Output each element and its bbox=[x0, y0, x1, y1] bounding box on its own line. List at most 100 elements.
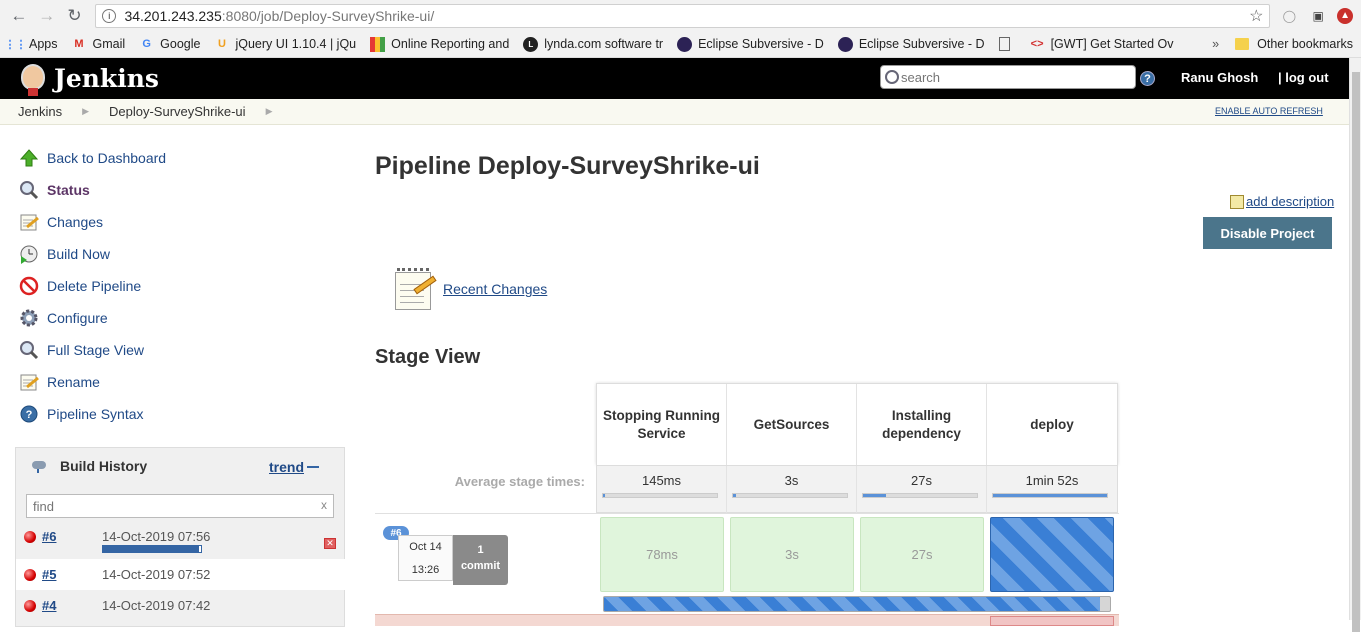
task-label: Configure bbox=[47, 310, 108, 326]
user-name-link[interactable]: Ranu Ghosh bbox=[1181, 70, 1258, 85]
apps-grid-icon: ⋮⋮ bbox=[4, 38, 27, 51]
bookmark-google[interactable]: G Google bbox=[139, 37, 200, 52]
bookmark-eclipse-2[interactable]: Eclipse Subversive - D bbox=[837, 36, 985, 52]
breadcrumb-jenkins[interactable]: Jenkins bbox=[18, 104, 62, 119]
bookmark-gwt[interactable]: <> [GWT] Get Started Ov bbox=[1030, 37, 1174, 52]
stage-header: deploy bbox=[1030, 417, 1074, 432]
reload-icon[interactable]: ↻ bbox=[64, 5, 86, 27]
build-row[interactable]: #5 14-Oct-2019 07:52 bbox=[16, 559, 346, 590]
eclipse-icon bbox=[677, 36, 693, 52]
stage-header: Stopping Running Service bbox=[597, 384, 727, 466]
stage-cell-success[interactable]: 27s bbox=[860, 517, 984, 592]
build-date-link[interactable]: 14-Oct-2019 07:42 bbox=[102, 598, 210, 613]
stage-cell-running[interactable] bbox=[990, 517, 1114, 592]
bookmark-label: Apps bbox=[29, 37, 58, 51]
breadcrumb-separator-icon[interactable]: ▶ bbox=[266, 106, 273, 117]
bookmark-label: lynda.com software tr bbox=[544, 37, 664, 51]
task-label: Changes bbox=[47, 214, 104, 230]
add-description-label: add description bbox=[1246, 194, 1335, 209]
add-description-link[interactable]: add description bbox=[1230, 194, 1334, 209]
cancel-build-icon[interactable]: ✕ bbox=[324, 538, 336, 549]
task-changes[interactable]: Changes bbox=[18, 206, 348, 238]
task-delete-pipeline[interactable]: Delete Pipeline bbox=[18, 270, 348, 302]
build-number-link[interactable]: #5 bbox=[42, 567, 56, 582]
run-date: Oct 14 bbox=[409, 541, 442, 553]
enable-auto-refresh-link[interactable]: ENABLE AUTO REFRESH bbox=[1215, 106, 1323, 116]
trend-link[interactable]: trend bbox=[269, 459, 304, 475]
back-arrow-icon[interactable]: ← bbox=[8, 5, 30, 27]
edit-pencil-icon bbox=[1230, 194, 1244, 209]
google-icon: G bbox=[142, 38, 151, 50]
extension-screen-icon[interactable]: ▣ bbox=[1308, 6, 1328, 26]
help-icon[interactable]: ? bbox=[1140, 71, 1155, 86]
bookmark-reporting[interactable]: Online Reporting and bbox=[370, 36, 510, 52]
bookmarks-bar: ⋮⋮ Apps M Gmail G Google UjQuery UI 1.10.4 … bbox=[0, 31, 1361, 58]
document-icon bbox=[998, 37, 1010, 51]
forward-arrow-icon[interactable]: → bbox=[36, 5, 58, 27]
bookmark-apps[interactable]: ⋮⋮ Apps bbox=[4, 37, 58, 52]
logout-link[interactable]: | log out bbox=[1278, 70, 1329, 85]
bookmark-document[interactable] bbox=[998, 37, 1016, 51]
stage-cell-failed[interactable] bbox=[990, 616, 1114, 626]
extension-glasses-icon[interactable]: ◯ bbox=[1279, 6, 1299, 26]
search-field[interactable] bbox=[880, 65, 1136, 89]
recent-changes-link[interactable]: Recent Changes bbox=[443, 281, 547, 297]
task-full-stage-view[interactable]: Full Stage View bbox=[18, 334, 348, 366]
build-date-link[interactable]: 14-Oct-2019 07:52 bbox=[102, 567, 210, 582]
extension-update-icon[interactable]: ▲ bbox=[1337, 7, 1353, 24]
average-time-bar bbox=[992, 493, 1108, 498]
breadcrumb-job[interactable]: Deploy-SurveyShrike-ui bbox=[109, 104, 246, 119]
bookmark-lynda[interactable]: Llynda.com software tr bbox=[523, 36, 664, 52]
bookmark-star-icon[interactable]: ☆ bbox=[1249, 6, 1263, 26]
bookmark-jquery[interactable]: UjQuery UI 1.10.4 | jQu bbox=[214, 37, 356, 52]
stage-cell-success[interactable]: 78ms bbox=[600, 517, 724, 592]
average-time-cell: 3s bbox=[727, 466, 857, 514]
clear-filter-icon[interactable]: x bbox=[321, 498, 327, 512]
build-history-panel: Build History trend x #6 14-Oct-2019 07:… bbox=[15, 447, 346, 627]
task-label: Status bbox=[47, 182, 90, 198]
build-date-link[interactable]: 14-Oct-2019 07:56 bbox=[102, 529, 210, 544]
task-pipeline-syntax[interactable]: ? Pipeline Syntax bbox=[18, 398, 348, 430]
bookmark-eclipse-1[interactable]: Eclipse Subversive - D bbox=[677, 36, 824, 52]
build-filter-field[interactable]: x bbox=[26, 494, 334, 518]
task-rename[interactable]: Rename bbox=[18, 366, 348, 398]
stage-header: GetSources bbox=[727, 384, 857, 466]
average-time-bar bbox=[862, 493, 978, 498]
gmail-icon: M bbox=[74, 38, 84, 50]
other-bookmarks[interactable]: Other bookmarks bbox=[1235, 37, 1353, 51]
folder-icon bbox=[1235, 38, 1250, 50]
run-commits-button[interactable]: 1 commit bbox=[453, 535, 508, 585]
search-icon bbox=[885, 70, 899, 84]
build-number-link[interactable]: #6 bbox=[42, 529, 56, 544]
page-scrollbar[interactable] bbox=[1349, 58, 1361, 632]
logo-text: Jenkins bbox=[54, 64, 159, 93]
collapse-icon[interactable] bbox=[307, 466, 319, 468]
build-filter-input[interactable] bbox=[33, 498, 313, 514]
bookmarks-overflow-button[interactable]: » bbox=[1212, 37, 1219, 51]
site-info-icon[interactable]: i bbox=[102, 8, 117, 23]
jenkins-logo[interactable]: Jenkins bbox=[18, 62, 159, 96]
chart-icon bbox=[370, 36, 386, 52]
task-back-to-dashboard[interactable]: Back to Dashboard bbox=[18, 142, 348, 174]
stage-header-row: Stopping Running Service GetSources Inst… bbox=[596, 383, 1118, 466]
build-number-link[interactable]: #4 bbox=[42, 598, 56, 613]
notepad-icon bbox=[18, 211, 40, 233]
build-row[interactable]: #6 14-Oct-2019 07:56 ✕ bbox=[16, 525, 346, 559]
bookmark-gmail[interactable]: M Gmail bbox=[72, 37, 125, 52]
task-label: Pipeline Syntax bbox=[47, 406, 144, 422]
disable-project-button[interactable]: Disable Project bbox=[1203, 217, 1332, 249]
build-row[interactable]: #4 14-Oct-2019 07:42 bbox=[16, 590, 346, 621]
bookmark-label: Online Reporting and bbox=[391, 37, 510, 51]
breadcrumb-separator-icon[interactable]: ▶ bbox=[82, 106, 89, 117]
page-title: Pipeline Deploy-SurveyShrike-ui bbox=[375, 152, 760, 180]
task-build-now[interactable]: Build Now bbox=[18, 238, 348, 270]
stage-cell-success[interactable]: 3s bbox=[730, 517, 854, 592]
task-status[interactable]: Status bbox=[18, 174, 348, 206]
task-configure[interactable]: Configure bbox=[18, 302, 348, 334]
search-input[interactable] bbox=[901, 69, 1121, 85]
failed-status-ball-icon bbox=[24, 599, 36, 612]
address-bar[interactable]: i 34.201.243.235:8080/job/Deploy-SurveyS… bbox=[95, 3, 1271, 28]
eclipse-icon bbox=[837, 36, 853, 52]
run-time: 13:26 bbox=[411, 564, 440, 576]
clock-play-icon bbox=[18, 243, 40, 265]
